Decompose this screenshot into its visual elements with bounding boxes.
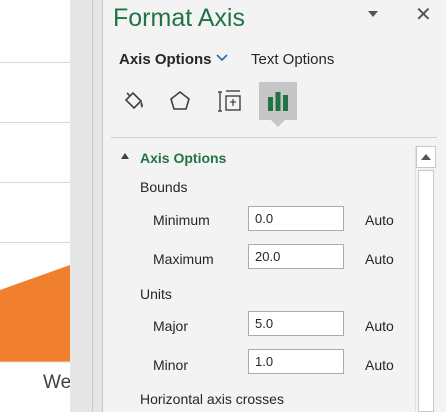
major-label: Major: [153, 318, 189, 334]
bounds-label: Bounds: [140, 179, 188, 195]
arrow-up-icon: [421, 154, 431, 160]
scroll-up-button[interactable]: [416, 146, 436, 168]
minor-input[interactable]: [248, 349, 344, 374]
divider-line: [92, 0, 93, 412]
size-properties-icon: [218, 90, 241, 112]
size-properties-button[interactable]: [211, 82, 249, 120]
scroll-thumb[interactable]: [418, 170, 434, 412]
effects-button[interactable]: [161, 82, 199, 120]
chart-pane-gap: [70, 0, 102, 412]
category-axis-label: We: [43, 372, 70, 393]
maximum-label: Maximum: [153, 251, 214, 267]
effects-icon: [170, 90, 190, 110]
format-axis-pane: Format Axis ✕ Axis Options Text Options: [102, 0, 446, 412]
pane-title: Format Axis: [113, 4, 245, 32]
chart-area[interactable]: We: [0, 0, 70, 412]
section-divider: [111, 137, 437, 138]
selected-indicator: [271, 120, 285, 127]
chevron-down-icon[interactable]: [216, 53, 228, 63]
tab-axis-options[interactable]: Axis Options: [119, 51, 212, 68]
collapse-triangle-icon[interactable]: [121, 153, 129, 159]
maximum-auto-button[interactable]: Auto: [365, 251, 394, 267]
minimum-auto-button[interactable]: Auto: [365, 212, 394, 228]
minimum-input[interactable]: [248, 206, 344, 231]
tab-text-options[interactable]: Text Options: [251, 51, 334, 68]
horizontal-axis-crosses-label: Horizontal axis crosses: [140, 391, 284, 407]
bar-chart-icon: [268, 92, 288, 111]
fill-line-icon: [124, 91, 143, 110]
minor-auto-button[interactable]: Auto: [365, 357, 394, 373]
minor-label: Minor: [153, 357, 189, 373]
area-series[interactable]: [0, 0, 70, 412]
axis-options-button[interactable]: [259, 82, 297, 120]
pane-options-dropdown-icon[interactable]: [368, 11, 378, 17]
major-auto-button[interactable]: Auto: [365, 318, 394, 334]
series-area[interactable]: [0, 265, 70, 362]
fill-line-button[interactable]: [115, 82, 153, 120]
section-title-axis-options[interactable]: Axis Options: [140, 150, 226, 166]
minimum-label: Minimum: [153, 212, 210, 228]
maximum-input[interactable]: [248, 244, 344, 269]
units-label: Units: [140, 286, 172, 302]
pane-scrollbar[interactable]: [415, 146, 436, 412]
major-input[interactable]: [248, 311, 344, 336]
close-icon[interactable]: ✕: [415, 4, 432, 26]
